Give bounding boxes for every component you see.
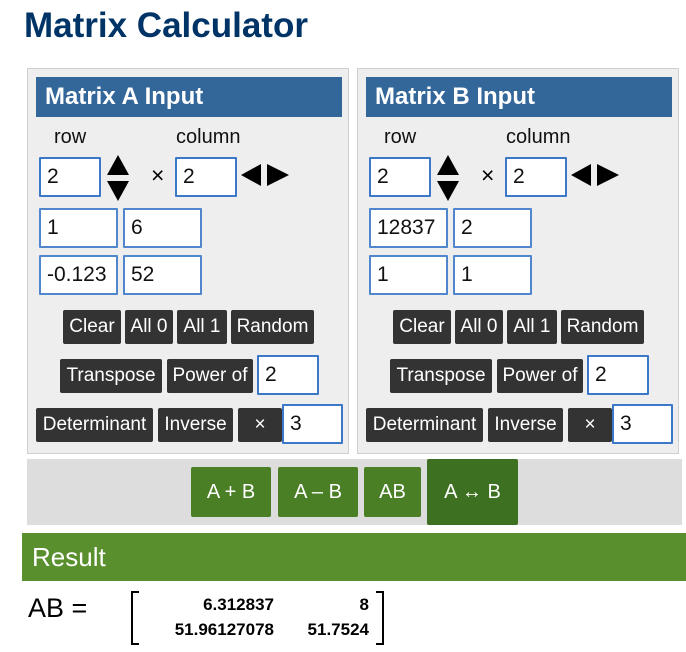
subtract-button[interactable]: A – B: [278, 467, 358, 517]
matrix-a-header: Matrix A Input: [36, 77, 342, 117]
clear-button[interactable]: Clear: [63, 310, 121, 344]
left-right-arrows-icon[interactable]: [241, 164, 289, 186]
matrix-b-cell-1-2[interactable]: [453, 208, 532, 248]
up-down-arrows-icon[interactable]: [437, 155, 459, 201]
all-1-button[interactable]: All 1: [177, 310, 227, 344]
result-header: Result: [22, 533, 686, 581]
matrix-a-cell-1-1[interactable]: [39, 208, 118, 248]
transpose-button[interactable]: Transpose: [60, 359, 162, 393]
matrix-b-cell-2-1[interactable]: [369, 255, 448, 295]
random-button[interactable]: Random: [561, 310, 644, 344]
inverse-button[interactable]: Inverse: [158, 408, 233, 442]
matrix-a-column-label: column: [176, 126, 241, 148]
determinant-button[interactable]: Determinant: [366, 408, 483, 442]
matrix-a-cell-2-1[interactable]: [39, 255, 118, 295]
random-button[interactable]: Random: [231, 310, 314, 344]
multiply-button[interactable]: AB: [364, 467, 421, 517]
matrix-b-row-label: row: [384, 126, 417, 148]
determinant-button[interactable]: Determinant: [36, 408, 153, 442]
inverse-button[interactable]: Inverse: [488, 408, 563, 442]
power-of-input[interactable]: [257, 355, 319, 395]
matrix-b-header: Matrix B Input: [366, 77, 672, 117]
scalar-multiply-button[interactable]: ×: [568, 408, 612, 442]
times-sign: ×: [151, 162, 165, 188]
up-down-arrows-icon[interactable]: [107, 155, 129, 201]
page-title: Matrix Calculator: [24, 6, 308, 45]
result-cell-2-1: 51.96127078: [174, 620, 274, 639]
matrix-a-columns-input[interactable]: [175, 157, 237, 197]
power-of-button[interactable]: Power of: [497, 359, 583, 393]
right-bracket: [376, 591, 384, 645]
left-right-arrows-icon[interactable]: [571, 164, 619, 186]
left-bracket: [131, 591, 139, 645]
power-of-input[interactable]: [587, 355, 649, 395]
result-cell-2-2: 51.7524: [307, 620, 369, 639]
matrix-a-row-label: row: [54, 126, 87, 148]
matrix-b-column-label: column: [506, 126, 571, 148]
matrix-b-rows-input[interactable]: [369, 157, 431, 197]
all-0-button[interactable]: All 0: [125, 310, 173, 344]
swap-button[interactable]: A ↔ B: [427, 459, 518, 525]
matrix-b-panel: Matrix B Input row column × Clear All 0 …: [357, 68, 679, 454]
power-of-button[interactable]: Power of: [167, 359, 253, 393]
clear-button[interactable]: Clear: [393, 310, 451, 344]
scalar-multiply-button[interactable]: ×: [238, 408, 282, 442]
scalar-multiply-input[interactable]: [282, 404, 343, 444]
matrix-a-panel: Matrix A Input row column × Clear All 0 …: [27, 68, 349, 454]
add-button[interactable]: A + B: [191, 467, 271, 517]
matrix-b-cell-2-2[interactable]: [453, 255, 532, 295]
matrix-b-columns-input[interactable]: [505, 157, 567, 197]
scalar-multiply-input[interactable]: [612, 404, 673, 444]
matrix-b-cell-1-1[interactable]: [369, 208, 448, 248]
transpose-button[interactable]: Transpose: [390, 359, 492, 393]
result-label: AB =: [28, 593, 88, 623]
matrix-a-cell-1-2[interactable]: [123, 208, 202, 248]
matrix-a-cell-2-2[interactable]: [123, 255, 202, 295]
all-1-button[interactable]: All 1: [507, 310, 557, 344]
result-cell-1-1: 6.312837: [203, 595, 274, 614]
all-0-button[interactable]: All 0: [455, 310, 503, 344]
result-cell-1-2: 8: [359, 595, 369, 614]
matrix-a-rows-input[interactable]: [39, 157, 101, 197]
times-sign: ×: [481, 162, 495, 188]
